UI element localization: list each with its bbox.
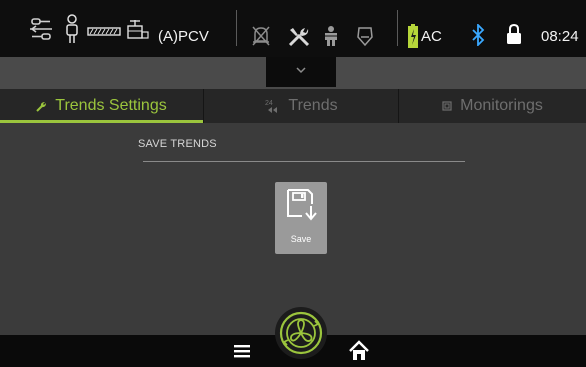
status-bar: (A)PCV AC 08:24 xyxy=(0,0,586,57)
ventilation-mode: (A)PCV xyxy=(158,28,209,45)
wrench-icon xyxy=(36,101,47,112)
ventilation-fan-button[interactable] xyxy=(275,307,327,359)
section-divider xyxy=(143,161,465,162)
chevron-down-icon xyxy=(295,66,307,74)
tab-label: Monitorings xyxy=(460,97,543,114)
bluetooth-icon xyxy=(471,24,485,46)
user-settings-icon[interactable] xyxy=(323,25,339,47)
home-icon xyxy=(349,340,369,360)
tab-label: Trends xyxy=(288,97,338,114)
svg-text:24: 24 xyxy=(265,100,273,107)
power-source: AC xyxy=(421,28,442,45)
tab-label: Trends Settings xyxy=(55,97,167,114)
status-divider xyxy=(236,10,237,46)
tab-monitorings[interactable]: Monitorings xyxy=(399,89,586,123)
tab-trends-settings[interactable]: Trends Settings xyxy=(0,89,203,123)
tab-trends[interactable]: 24 Trends xyxy=(204,89,398,123)
tab-bar: Trends Settings 24 Trends Monitorings xyxy=(0,89,586,123)
alarm-off-icon[interactable] xyxy=(251,25,271,47)
save-button[interactable]: Save xyxy=(275,182,327,254)
home-button[interactable] xyxy=(348,340,370,362)
lock-icon[interactable] xyxy=(506,23,522,45)
circuit-bar-icon xyxy=(87,26,121,36)
mask-icon[interactable] xyxy=(355,25,375,47)
patient-icon xyxy=(65,14,79,44)
fan-icon xyxy=(279,311,323,355)
square-icon xyxy=(442,101,452,111)
tubing-connection-icon xyxy=(28,16,54,42)
24h-rewind-icon: 24 xyxy=(264,98,280,114)
expand-panel-tab[interactable] xyxy=(266,57,336,87)
status-divider xyxy=(397,10,398,46)
section-title: SAVE TRENDS xyxy=(138,138,217,150)
menu-button[interactable] xyxy=(232,342,252,360)
tools-icon[interactable] xyxy=(287,24,311,48)
hamburger-icon xyxy=(234,345,250,358)
battery-charging-icon xyxy=(408,24,418,48)
save-button-label: Save xyxy=(290,234,312,244)
floppy-download-icon xyxy=(286,188,318,222)
clock: 08:24 xyxy=(541,28,579,45)
humidifier-icon xyxy=(124,18,150,40)
